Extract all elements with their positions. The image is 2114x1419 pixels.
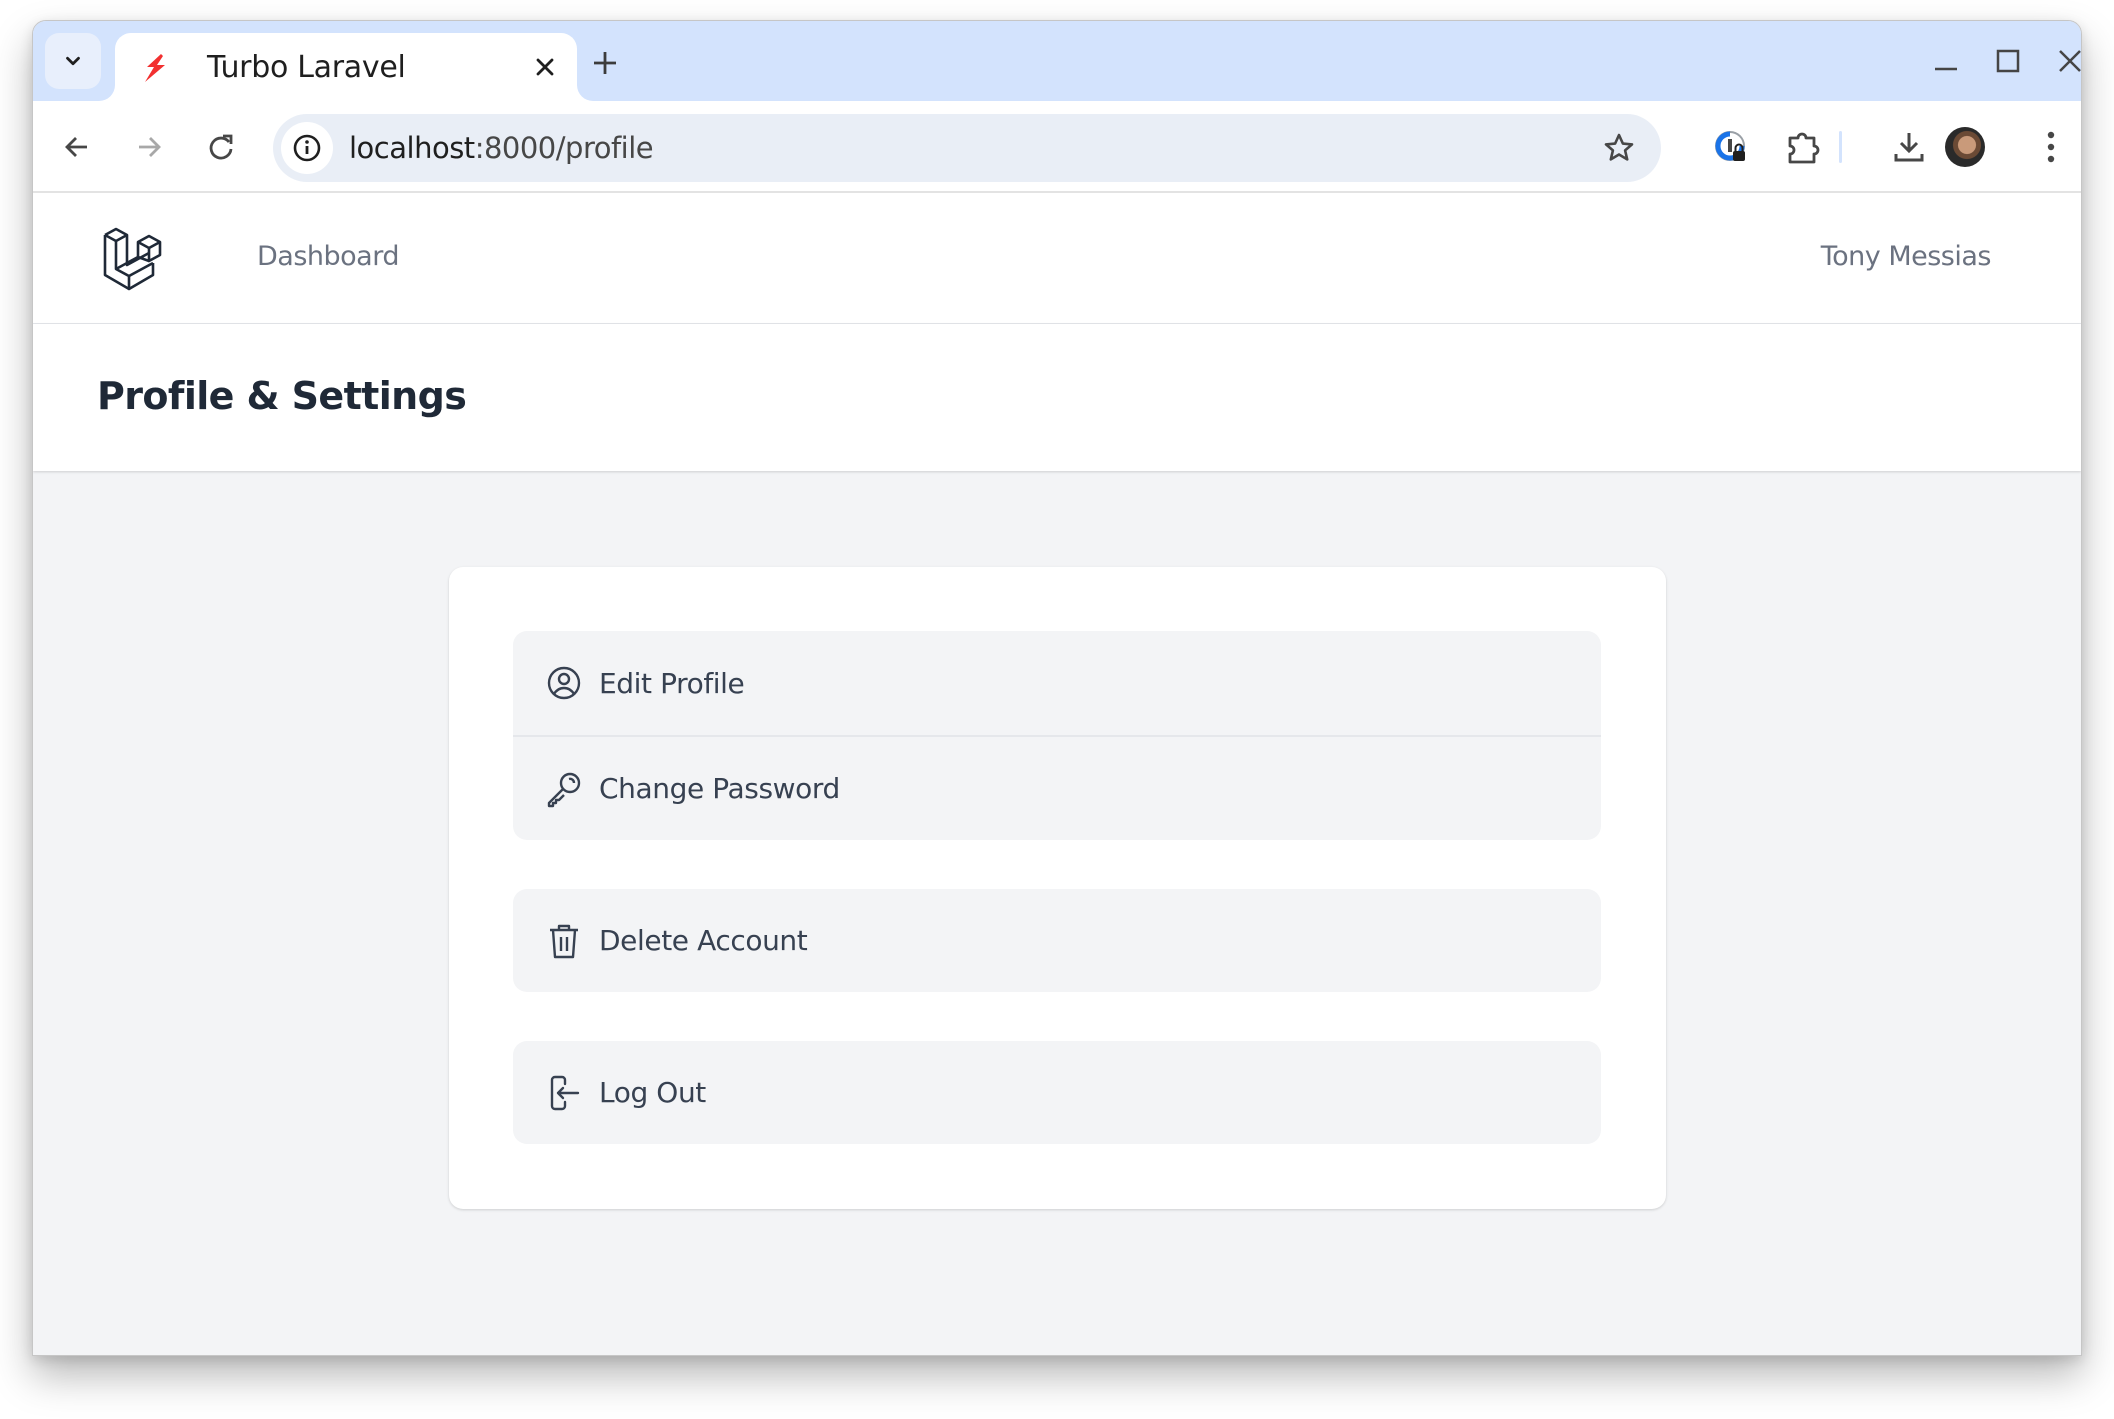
- url-text[interactable]: localhost:8000/profile: [349, 131, 654, 165]
- browser-menu-button[interactable]: [2027, 123, 2075, 171]
- menu-group-danger: Delete Account: [513, 889, 1601, 992]
- maximize-icon: [1996, 49, 2020, 73]
- menu-group-account: Edit Profile Change Password: [513, 631, 1601, 840]
- star-icon: [1604, 133, 1634, 161]
- reload-icon: [209, 134, 233, 160]
- nav-link-dashboard[interactable]: Dashboard: [257, 241, 399, 272]
- laravel-logo-icon: [103, 227, 162, 291]
- menu-item-change-password[interactable]: Change Password: [513, 735, 1601, 840]
- lightning-bolt-icon: [145, 54, 165, 82]
- arrow-left-icon: [65, 137, 87, 157]
- menu-item-label: Delete Account: [599, 924, 808, 957]
- info-icon: [293, 134, 321, 162]
- browser-toolbar: localhost:8000/profile: [33, 101, 2081, 193]
- close-window-button[interactable]: [2048, 39, 2081, 83]
- browser-window: Turbo Laravel localhost:8000/profile Das…: [32, 20, 2082, 1356]
- arrow-right-icon: [139, 137, 161, 157]
- minimize-icon: [1935, 67, 1957, 71]
- close-icon: [536, 58, 554, 76]
- user-circle-icon: [545, 664, 583, 702]
- downloads-button[interactable]: [1885, 123, 1933, 171]
- forward-button[interactable]: [125, 123, 173, 171]
- site-info-button[interactable]: [281, 122, 333, 174]
- settings-card: Edit Profile Change Password Delete Acco…: [449, 567, 1666, 1209]
- plus-icon: [594, 52, 616, 74]
- menu-item-edit-profile[interactable]: Edit Profile: [513, 631, 1601, 735]
- chevron-down-icon: [66, 56, 80, 66]
- user-menu-trigger[interactable]: Tony Messias: [1821, 241, 1992, 272]
- laravel-logo-link[interactable]: [102, 225, 168, 291]
- minimize-button[interactable]: [1924, 39, 1968, 83]
- more-vertical-icon: [2047, 131, 2055, 163]
- tab-strip: Turbo Laravel: [33, 21, 2081, 101]
- app-viewport: Dashboard Tony Messias Profile & Setting…: [33, 193, 2081, 1355]
- trash-icon: [545, 922, 583, 960]
- menu-item-delete-account[interactable]: Delete Account: [513, 889, 1601, 992]
- reload-button[interactable]: [197, 123, 245, 171]
- menu-item-label: Change Password: [599, 772, 840, 805]
- page-header: Profile & Settings: [33, 324, 2081, 471]
- logout-icon: [545, 1074, 583, 1112]
- url-host: localhost: [349, 131, 475, 165]
- extensions-button[interactable]: [1779, 123, 1827, 171]
- menu-item-label: Log Out: [599, 1076, 706, 1109]
- new-tab-button[interactable]: [589, 47, 621, 79]
- tab-search-button[interactable]: [45, 33, 101, 89]
- password-manager-extension[interactable]: [1707, 123, 1755, 171]
- download-icon: [1894, 133, 1924, 162]
- close-icon: [2059, 50, 2081, 72]
- toolbar-separator: [1839, 131, 1842, 163]
- profile-avatar[interactable]: [1945, 127, 1985, 167]
- menu-item-log-out[interactable]: Log Out: [513, 1041, 1601, 1144]
- app-navigation: Dashboard Tony Messias: [33, 193, 2081, 324]
- menu-group-session: Log Out: [513, 1041, 1601, 1144]
- address-bar[interactable]: localhost:8000/profile: [273, 114, 1661, 182]
- page-title: Profile & Settings: [97, 374, 467, 418]
- back-button[interactable]: [53, 123, 101, 171]
- browser-tab-active[interactable]: Turbo Laravel: [115, 33, 577, 101]
- tab-title: Turbo Laravel: [207, 50, 406, 85]
- password-manager-icon: [1715, 131, 1745, 161]
- bookmark-button[interactable]: [1595, 124, 1643, 172]
- menu-item-label: Edit Profile: [599, 666, 745, 700]
- key-icon: [545, 770, 583, 808]
- puzzle-icon: [1788, 132, 1820, 164]
- url-path: :8000/profile: [474, 131, 654, 165]
- maximize-button[interactable]: [1986, 39, 2030, 83]
- tab-close-button[interactable]: [531, 53, 559, 81]
